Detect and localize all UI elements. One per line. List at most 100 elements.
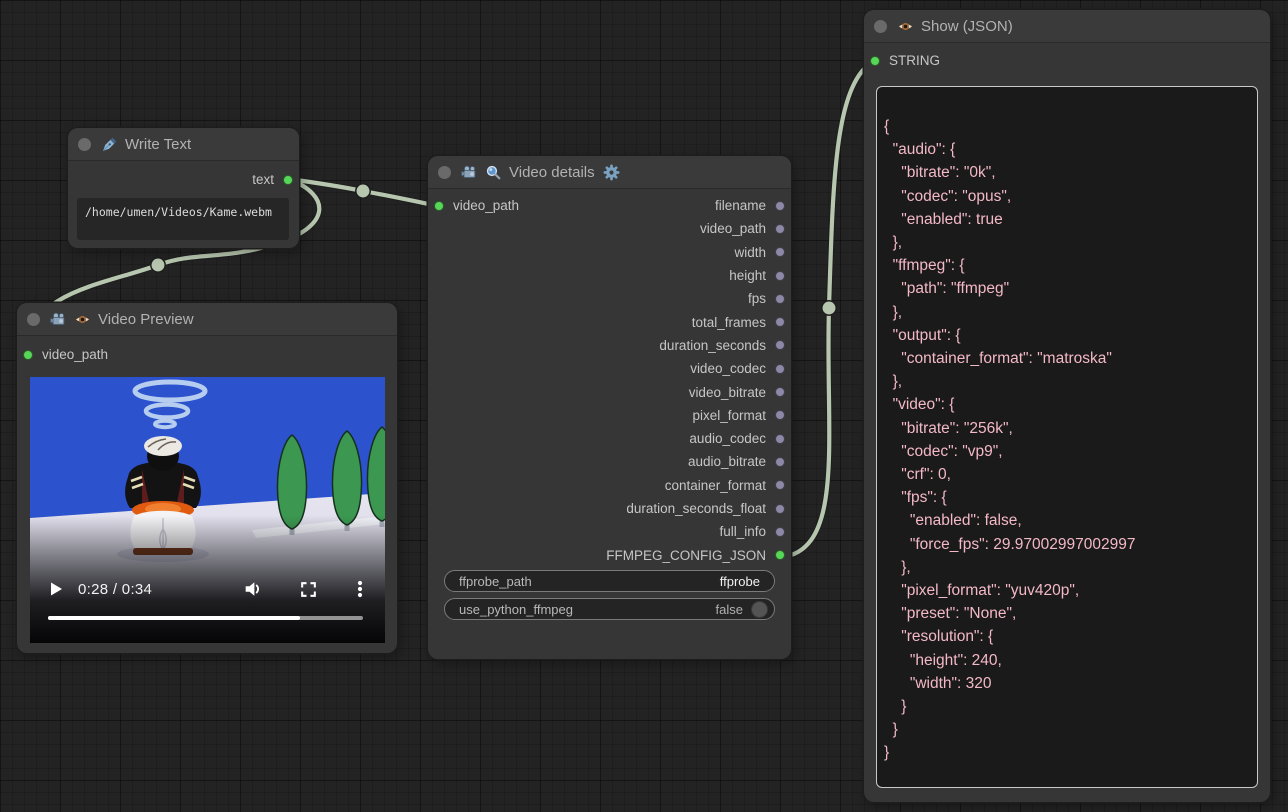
output-port-label: width (734, 245, 766, 260)
output-port-label: pixel_format (692, 408, 766, 423)
output-port-row: video_bitrate (428, 380, 791, 403)
node-title: Write Text (125, 136, 191, 153)
output-port[interactable] (775, 271, 785, 281)
eye-icon (897, 18, 914, 35)
output-port[interactable] (775, 201, 785, 211)
video-player[interactable]: 0:28 / 0:34 (30, 377, 385, 643)
node-header[interactable]: Show (JSON) (864, 10, 1270, 43)
node-write-text[interactable]: Write Text text /home/umen/Videos/Kame.w… (68, 128, 299, 248)
output-port-row: audio_bitrate (428, 450, 791, 473)
output-port-label: total_frames (692, 315, 766, 330)
input-port-label: video_path (42, 347, 108, 362)
input-port-video-path[interactable] (23, 350, 33, 360)
output-port[interactable] (775, 224, 785, 234)
output-port-row: container_format (428, 474, 791, 497)
collapse-dot[interactable] (874, 20, 887, 33)
fullscreen-icon[interactable] (299, 580, 318, 599)
output-port[interactable] (775, 457, 785, 467)
output-port-row: pixel_format (428, 404, 791, 427)
output-port[interactable] (775, 480, 785, 490)
output-port[interactable] (775, 410, 785, 420)
output-port-label: video_bitrate (689, 385, 766, 400)
eye-icon (74, 311, 91, 328)
output-port-list: filename video_path width height fps tot… (428, 194, 791, 567)
video-progress-fill (48, 616, 300, 620)
output-port[interactable] (775, 364, 785, 374)
widget-use-python-ffmpeg[interactable]: use_python_ffmpeg false (444, 598, 775, 620)
output-port-label: audio_bitrate (688, 454, 766, 469)
output-port-row: full_info (428, 520, 791, 543)
output-port-row: fps (428, 287, 791, 310)
output-port-label: filename (715, 198, 766, 213)
gear-icon[interactable] (602, 163, 621, 182)
output-port[interactable] (775, 550, 785, 560)
json-output-textarea[interactable]: { "audio": { "bitrate": "0k", "codec": "… (876, 86, 1258, 788)
pen-icon (101, 136, 118, 153)
volume-icon[interactable] (242, 578, 264, 600)
output-port[interactable] (775, 317, 785, 327)
output-port-row: video_codec (428, 357, 791, 380)
output-port-label: audio_codec (689, 431, 766, 446)
output-port-row: FFMPEG_CONFIG_JSON (428, 543, 791, 566)
input-port-string[interactable] (870, 56, 880, 66)
output-port-row: audio_codec (428, 427, 791, 450)
video-time-display: 0:28 / 0:34 (78, 581, 152, 598)
output-port[interactable] (775, 504, 785, 514)
output-port-label: duration_seconds (659, 338, 766, 353)
widget-ffprobe-path[interactable]: ffprobe_path ffprobe (444, 570, 775, 592)
movie-camera-icon (50, 311, 67, 328)
video-progress-bar[interactable] (48, 616, 363, 620)
input-port-label: STRING (889, 53, 940, 68)
reroute-dot[interactable] (151, 258, 165, 272)
widget-value: ffprobe (720, 574, 768, 589)
collapse-dot[interactable] (27, 313, 40, 326)
text-value-input[interactable]: /home/umen/Videos/Kame.webm (77, 198, 289, 240)
output-port[interactable] (775, 387, 785, 397)
magnifier-icon (485, 164, 502, 181)
output-port-label: container_format (665, 478, 766, 493)
output-port-row: height (428, 264, 791, 287)
collapse-dot[interactable] (438, 166, 451, 179)
reroute-dot[interactable] (822, 301, 836, 315)
output-port[interactable] (775, 247, 785, 257)
output-port[interactable] (775, 294, 785, 304)
output-port[interactable] (775, 527, 785, 537)
output-port-row: video_path (428, 217, 791, 240)
output-port-label: full_info (719, 524, 766, 539)
widget-name: ffprobe_path (459, 574, 720, 589)
node-title: Video details (509, 164, 595, 181)
node-show-json[interactable]: Show (JSON) STRING { "audio": { "bitrate… (864, 10, 1270, 802)
output-port-row: width (428, 241, 791, 264)
output-port-row: duration_seconds (428, 334, 791, 357)
output-port-label: FFMPEG_CONFIG_JSON (606, 548, 766, 563)
video-controls: 0:28 / 0:34 (30, 574, 385, 604)
reroute-dot[interactable] (356, 184, 370, 198)
output-port-text[interactable] (283, 175, 293, 185)
output-port[interactable] (775, 340, 785, 350)
widget-name: use_python_ffmpeg (459, 602, 716, 617)
node-video-preview[interactable]: Video Preview video_path (17, 303, 397, 653)
toggle-knob[interactable] (751, 601, 768, 618)
wire-json-to-show (783, 60, 875, 557)
output-port[interactable] (775, 434, 785, 444)
input-port-row: video_path (17, 343, 397, 366)
node-title: Video Preview (98, 311, 194, 328)
movie-camera-icon (461, 164, 478, 181)
node-video-details[interactable]: Video details video_path filename (428, 156, 791, 659)
collapse-dot[interactable] (78, 138, 91, 151)
kebab-menu-icon[interactable] (351, 579, 369, 599)
output-port-row: text (68, 168, 299, 191)
wire-text-to-video-details (289, 179, 437, 206)
output-port-label: text (252, 172, 274, 187)
input-port-row: STRING (864, 49, 1270, 72)
node-graph-canvas[interactable]: Write Text text /home/umen/Videos/Kame.w… (0, 0, 1288, 812)
output-port-label: video_codec (690, 361, 766, 376)
node-header[interactable]: Video Preview (17, 303, 397, 336)
output-port-label: duration_seconds_float (626, 501, 766, 516)
play-icon[interactable] (48, 581, 64, 597)
output-port-row: duration_seconds_float (428, 497, 791, 520)
output-port-row: filename (428, 194, 791, 217)
node-header[interactable]: Video details (428, 156, 791, 189)
node-header[interactable]: Write Text (68, 128, 299, 161)
output-port-label: video_path (700, 221, 766, 236)
